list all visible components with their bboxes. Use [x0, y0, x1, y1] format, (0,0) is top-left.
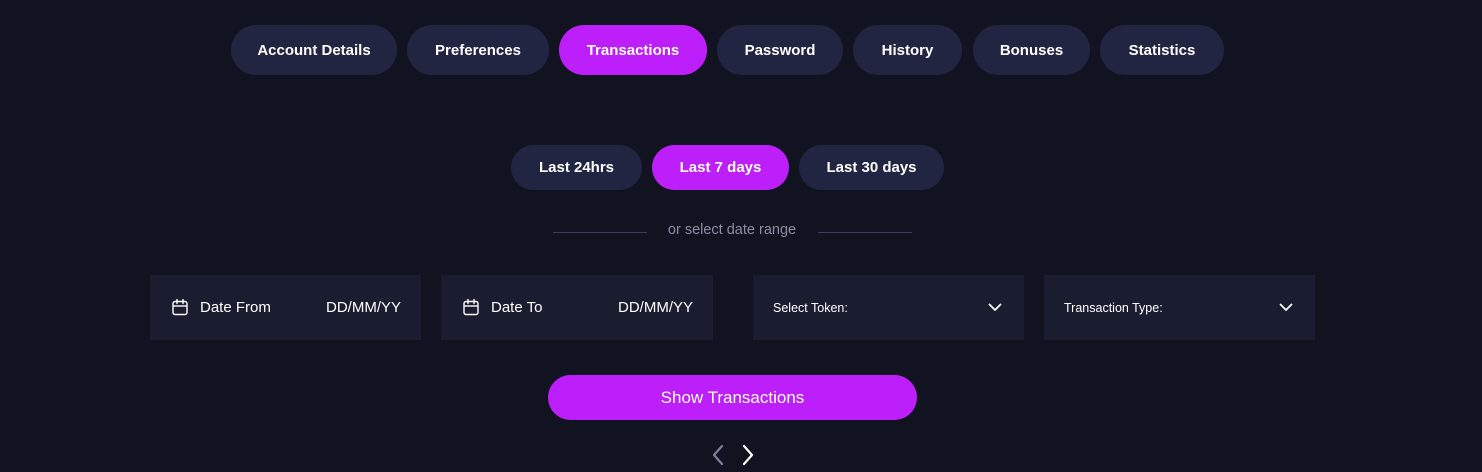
calendar-icon — [172, 299, 188, 316]
select-token-dropdown[interactable]: Select Token: — [753, 275, 1024, 340]
date-to-value: DD/MM/YY — [618, 299, 693, 316]
date-to-field[interactable]: Date To DD/MM/YY — [441, 275, 713, 340]
period-last-24hrs[interactable]: Last 24hrs — [511, 145, 642, 190]
chevron-down-icon — [988, 303, 1002, 311]
tab-password[interactable]: Password — [717, 25, 843, 75]
select-token-label: Select Token: — [773, 300, 848, 315]
tab-bonuses[interactable]: Bonuses — [973, 25, 1090, 75]
tab-preferences[interactable]: Preferences — [407, 25, 549, 75]
date-to-label: Date To — [491, 299, 543, 316]
date-from-label: Date From — [200, 299, 271, 316]
tab-history[interactable]: History — [853, 25, 962, 75]
period-filters: Last 24hrs Last 7 days Last 30 days — [0, 145, 1482, 190]
chevron-left-icon[interactable] — [710, 444, 726, 466]
show-transactions-button[interactable]: Show Transactions — [548, 375, 917, 420]
chevron-down-icon — [1279, 303, 1293, 311]
period-last-7-days[interactable]: Last 7 days — [652, 145, 789, 190]
date-from-value: DD/MM/YY — [326, 299, 401, 316]
chevron-right-icon[interactable] — [740, 444, 756, 466]
account-tabs: Account Details Preferences Transactions… — [0, 25, 1482, 75]
calendar-icon — [463, 299, 479, 316]
divider-line-left — [553, 232, 647, 233]
tab-account-details[interactable]: Account Details — [231, 25, 397, 75]
transaction-type-label: Transaction Type: — [1064, 300, 1163, 315]
tab-transactions[interactable]: Transactions — [559, 25, 707, 75]
transactions-page: Account Details Preferences Transactions… — [0, 0, 1482, 472]
date-from-field[interactable]: Date From DD/MM/YY — [150, 275, 421, 340]
transaction-type-dropdown[interactable]: Transaction Type: — [1044, 275, 1315, 340]
tab-statistics[interactable]: Statistics — [1100, 25, 1224, 75]
date-range-divider-text: or select date range — [667, 222, 797, 238]
period-last-30-days[interactable]: Last 30 days — [799, 145, 944, 190]
divider-line-right — [818, 232, 912, 233]
